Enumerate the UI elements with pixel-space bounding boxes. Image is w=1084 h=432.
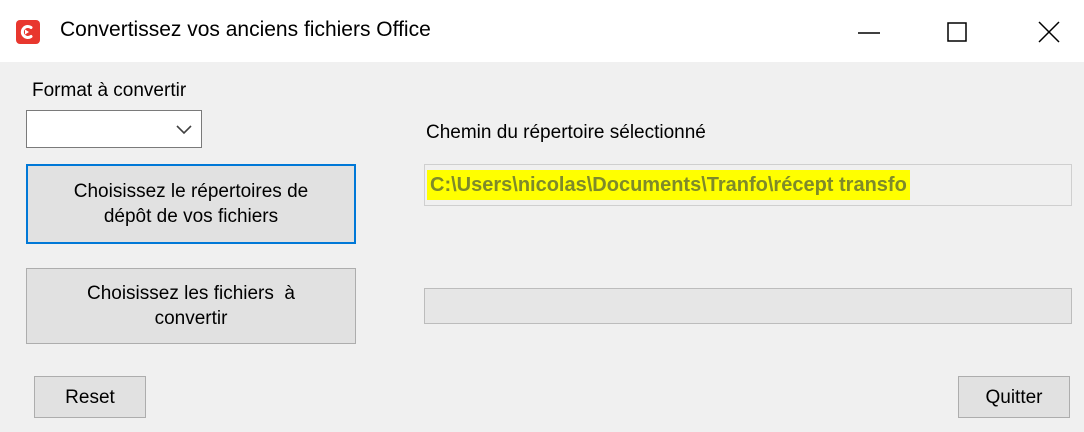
app-icon	[16, 20, 40, 44]
minimize-icon	[858, 32, 880, 34]
minimize-button[interactable]	[842, 10, 900, 54]
format-label: Format à convertir	[32, 80, 187, 101]
app-window: Convertissez vos anciens fichiers Office…	[0, 0, 1084, 432]
choose-files-button-line1: Choisissez les fichiers à	[86, 283, 296, 304]
progress-bar	[424, 288, 1072, 324]
quit-button-label: Quitter	[985, 386, 1043, 408]
reset-button-label: Reset	[65, 386, 115, 408]
format-dropdown[interactable]	[26, 110, 202, 148]
path-value: C:\Users\nicolas\Documents\Tranfo\récept…	[427, 170, 910, 200]
chevron-down-icon	[176, 125, 192, 135]
maximize-button[interactable]	[928, 10, 986, 54]
path-label: Chemin du répertoire sélectionné	[426, 122, 706, 143]
close-icon	[1038, 21, 1060, 43]
choose-folder-button[interactable]: Choisissez le répertoires de dépôt de vo…	[26, 164, 356, 244]
reset-button[interactable]: Reset	[34, 376, 146, 418]
path-field: C:\Users\nicolas\Documents\Tranfo\récept…	[424, 164, 1072, 206]
choose-folder-button-line2: dépôt de vos fichiers	[103, 206, 279, 227]
window-title: Convertissez vos anciens fichiers Office	[60, 18, 431, 41]
maximize-icon	[947, 22, 967, 42]
choose-files-button[interactable]: Choisissez les fichiers à convertir	[26, 268, 356, 344]
quit-button[interactable]: Quitter	[958, 376, 1070, 418]
choose-files-button-line2: convertir	[154, 308, 228, 329]
choose-folder-button-line1: Choisissez le répertoires de	[73, 181, 309, 202]
title-bar: Convertissez vos anciens fichiers Office	[0, 0, 1084, 62]
close-button[interactable]	[1020, 10, 1078, 54]
